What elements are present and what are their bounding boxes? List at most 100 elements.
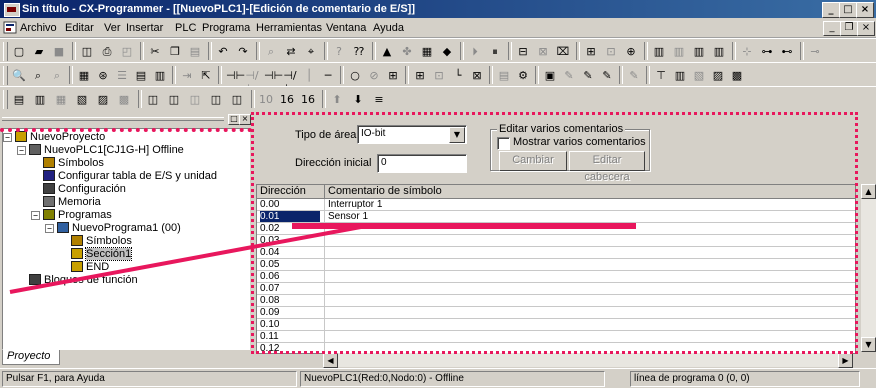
zoom-out-tool-button[interactable]: ⌕ [29, 67, 47, 84]
chevron-down-icon[interactable]: ▼ [449, 127, 465, 143]
zoom-out-button[interactable]: ⊶ [758, 43, 776, 60]
table-row[interactable]: 0.06 [257, 271, 855, 283]
online-button[interactable]: ▲ [378, 43, 396, 60]
stop-mode-button[interactable]: ⏸ [486, 43, 504, 60]
column-header-address[interactable]: Dirección [257, 185, 325, 198]
tree-node[interactable]: Programas [43, 209, 112, 221]
copy-button[interactable]: ❐ [166, 43, 184, 60]
menu-herramientas[interactable]: Herramientas [256, 22, 322, 34]
toolbar-grip[interactable] [3, 42, 8, 61]
minimize-button[interactable]: _ [822, 2, 840, 18]
monitor-button[interactable]: ◆ [438, 43, 456, 60]
memory-button[interactable]: ▣ [541, 67, 559, 84]
close-button[interactable]: × [856, 2, 874, 18]
chart-c-button[interactable]: ▩ [728, 67, 746, 84]
window-d-button[interactable]: ▥ [710, 43, 728, 60]
reset-button[interactable]: ⊡ [602, 43, 620, 60]
online-alt-button[interactable]: ✤ [398, 43, 416, 60]
output-window-button[interactable]: ▥ [31, 91, 49, 108]
mdi-restore-button[interactable]: ❐ [840, 21, 858, 36]
rung-button[interactable]: ⇥ [178, 67, 196, 84]
area-type-select[interactable]: IO-bit ▼ [357, 125, 467, 144]
tree-node[interactable]: NuevoProyecto [15, 131, 105, 143]
contact-ornc-button[interactable]: ⊣/⊢ [281, 67, 299, 95]
io-table-button[interactable]: ▤ [132, 67, 150, 84]
toggle-a-button[interactable]: ◫ [144, 91, 162, 108]
menu-programa[interactable]: Programa [202, 22, 250, 34]
replace-button[interactable]: ⇄ [282, 43, 300, 60]
address-cell[interactable]: 0.06 [260, 271, 320, 282]
tile-button[interactable]: ⊸ [806, 43, 824, 60]
instruction-b-button[interactable]: ⊞ [411, 67, 429, 84]
online-edit-c-button[interactable]: ✎ [598, 67, 616, 84]
tree-collapse-icon[interactable]: − [45, 224, 54, 233]
table-row[interactable]: 0.08 [257, 295, 855, 307]
contact-nc-button[interactable]: ⊣/⊢ [243, 67, 261, 95]
redo-button[interactable]: ↷ [234, 43, 252, 60]
check-button[interactable]: ⌧ [554, 43, 572, 60]
run-mode-button[interactable]: ⏵ [466, 43, 484, 60]
tree-node[interactable]: Símbolos [71, 235, 132, 247]
address-cell[interactable]: 0.11 [260, 331, 320, 342]
menu-editar[interactable]: Editar [65, 22, 94, 34]
instruction-button[interactable]: ⊞ [384, 67, 402, 84]
pane-close-button[interactable]: × [239, 114, 251, 125]
title-bar[interactable]: Sin título - CX-Programmer - [[NuevoPLC1… [0, 0, 876, 18]
ladder-window-button[interactable]: ▨ [94, 91, 112, 108]
address-cell[interactable]: 0.05 [260, 259, 320, 270]
scroll-down-icon[interactable]: ▼ [861, 337, 876, 352]
toggle-c-button[interactable]: ◫ [186, 91, 204, 108]
grid-view-button[interactable]: ▦ [75, 67, 93, 84]
address-cell[interactable]: 0.10 [260, 319, 320, 330]
stack-button[interactable]: ≡ [370, 91, 388, 108]
menu-ventana[interactable]: Ventana [326, 22, 366, 34]
properties-window-button[interactable]: ▩ [115, 91, 133, 108]
scroll-right-icon[interactable]: ▶ [838, 353, 853, 368]
grid-button[interactable]: ⊷ [778, 43, 796, 60]
mdi-close-button[interactable]: × [857, 21, 875, 36]
address-cell[interactable]: 0.09 [260, 307, 320, 318]
workspace-header[interactable]: □ × [2, 114, 251, 125]
instruction-c-button[interactable]: ⊡ [430, 67, 448, 84]
mdi-minimize-button[interactable]: _ [823, 21, 841, 36]
project-window-button[interactable]: ▤ [10, 91, 28, 108]
line-draw-button[interactable]: └ [449, 67, 467, 84]
select-button[interactable]: ⇱ [197, 67, 215, 84]
toolbar-grip[interactable] [3, 90, 8, 109]
transfer-button[interactable]: ▦ [418, 43, 436, 60]
symbol-button[interactable]: ⊛ [94, 67, 112, 84]
coil-button[interactable]: ○ [346, 67, 364, 84]
address-cell[interactable]: 0.00 [260, 199, 320, 210]
project-tree[interactable]: − NuevoProyecto − NuevoPLC1[CJ1G-H] Offline… [2, 128, 250, 350]
menu-insertar[interactable]: Insertar [126, 22, 163, 34]
digits-16-button[interactable]: 16 [278, 91, 296, 108]
address-cell[interactable]: 0.12 [260, 343, 320, 353]
table-row[interactable]: 0.03 [257, 235, 855, 247]
coil-nc-button[interactable]: ⊘ [365, 67, 383, 84]
tree-node[interactable]: Memoria [43, 196, 101, 208]
edit-header-button[interactable]: Editar cabecera [569, 151, 645, 183]
line-delete-button[interactable]: ⊠ [468, 67, 486, 84]
table-row[interactable]: 0.09 [257, 307, 855, 319]
find-tool-button[interactable]: ⌕ [48, 67, 66, 84]
change-button[interactable]: Cambiar [499, 151, 567, 171]
tree-node[interactable]: Bloques de función [29, 274, 138, 286]
print-button[interactable]: ⎙ [98, 43, 116, 60]
tag-button[interactable]: ⊤ [652, 67, 670, 84]
window-c-button[interactable]: ▥ [690, 43, 708, 60]
address-cell[interactable]: 0.02 [260, 223, 320, 234]
horizontal-scrollbar[interactable]: ◀ ▶ [323, 353, 853, 368]
set-button[interactable]: ⊞ [582, 43, 600, 60]
comment-cell[interactable]: Interruptor 1 [328, 199, 848, 210]
data-trace-button[interactable]: ▥ [671, 67, 689, 84]
vertical-line-button[interactable]: │ [300, 67, 318, 84]
hex-16-button[interactable]: 16 [299, 91, 317, 108]
table-row[interactable]: 0.11 [257, 331, 855, 343]
toggle-e-button[interactable]: ◫ [228, 91, 246, 108]
diff-button[interactable]: ⊠ [534, 43, 552, 60]
online-edit-button[interactable]: ✎ [560, 67, 578, 84]
document-menu-icon[interactable] [3, 21, 17, 34]
undo-button[interactable]: ↶ [214, 43, 232, 60]
digits-10-button[interactable]: 10 [257, 91, 275, 108]
chart-b-button[interactable]: ▨ [709, 67, 727, 84]
